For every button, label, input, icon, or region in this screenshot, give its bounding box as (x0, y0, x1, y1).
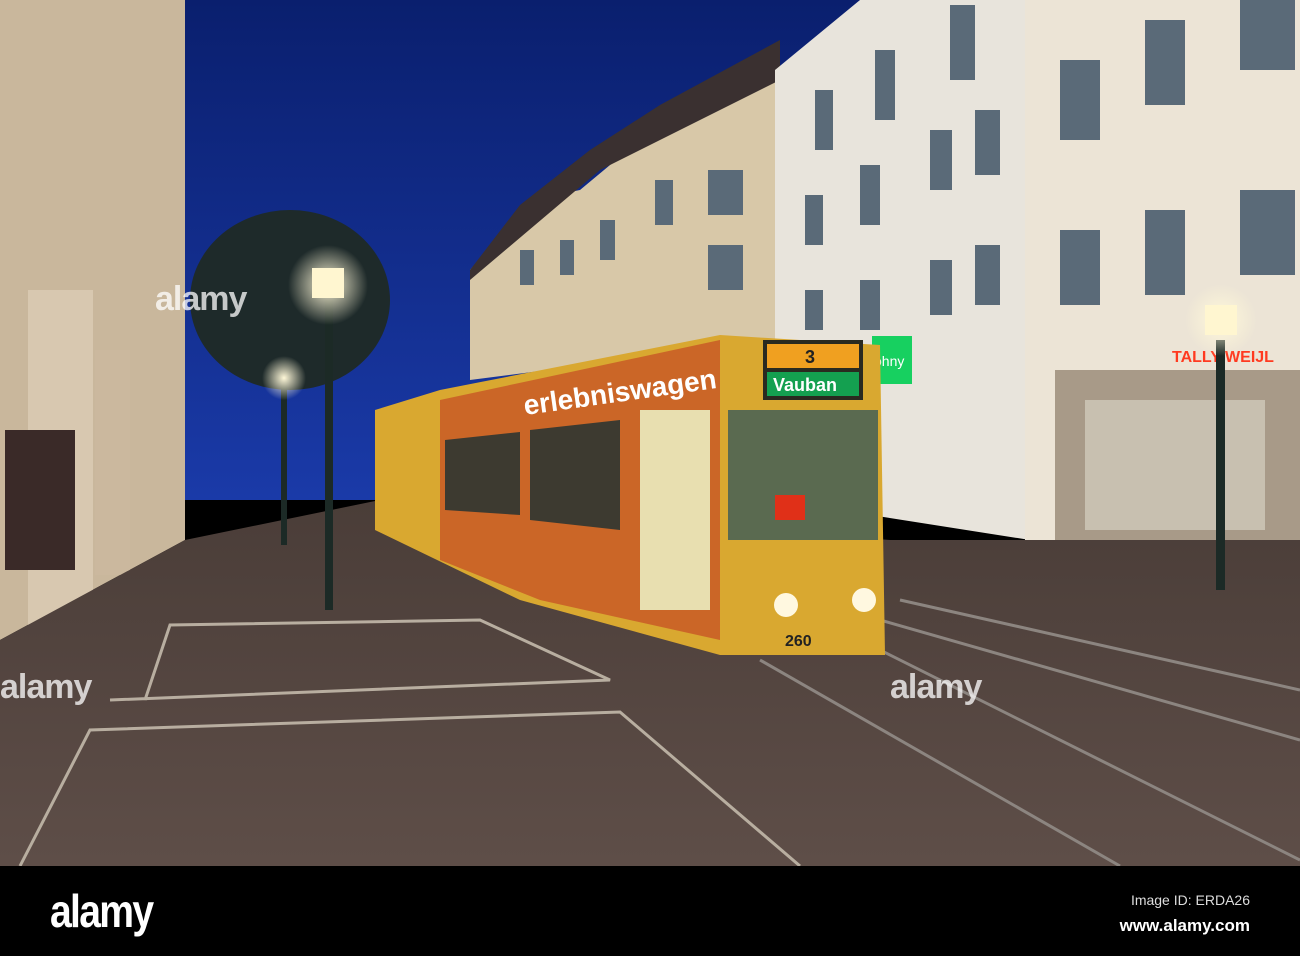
image-id: Image ID: ERDA26 (1130, 892, 1250, 908)
watermark: alamy (155, 280, 247, 318)
tram-route-number: 3 (805, 347, 815, 367)
tram-fleet-number: 260 (785, 633, 812, 650)
watermark: alamy (0, 668, 92, 706)
shop-display (5, 430, 75, 570)
footer-bar: alamy Image ID: ERDA26 www.alamy.com (0, 866, 1300, 956)
photo: ohny TALLY WEIJL 3 Vauban 260 erlebniswa… (0, 0, 1300, 956)
alamy-url[interactable]: www.alamy.com (1120, 916, 1250, 936)
street-scene: ohny TALLY WEIJL 3 Vauban 260 erlebniswa… (0, 0, 1300, 866)
shop-window (1085, 400, 1265, 530)
watermark: alamy (890, 668, 982, 706)
arcade-column (95, 350, 130, 575)
tram-destination: Vauban (773, 375, 837, 395)
alamy-logo: alamy (50, 885, 154, 937)
